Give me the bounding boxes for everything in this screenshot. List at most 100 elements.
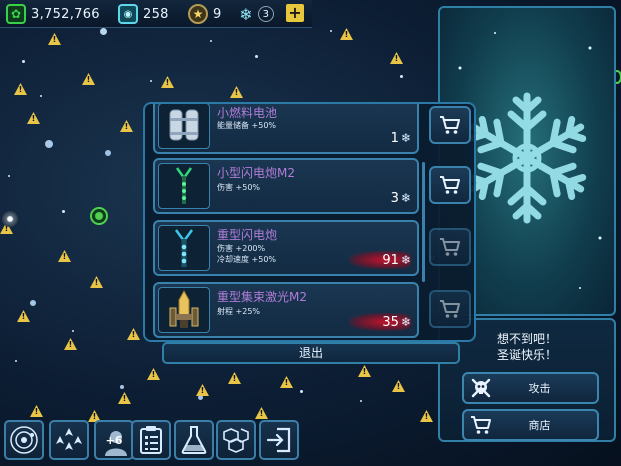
cart-icon [440,300,460,318]
inventory-button[interactable] [216,420,256,460]
promo-message-line2: 圣诞快乐！ [496,348,557,362]
crew-icon: ◉ [118,4,138,24]
hazard-icon[interactable] [230,86,243,98]
star-icon: ★ [188,4,208,24]
hazard-icon[interactable] [420,410,433,422]
hazard-icon[interactable] [228,372,241,384]
hazard-icon[interactable] [161,76,174,88]
attack-button[interactable]: 攻击 [462,372,599,404]
store-item[interactable]: 重型闪电炮 伤害 +200% 冷却速度 +50% 91 ❄ [153,220,419,276]
store-item[interactable]: 小燃料电池 能量储备 +50% 1 ❄ [153,104,419,154]
player-ship-icon[interactable] [90,207,108,225]
buy-button[interactable] [429,228,471,266]
buy-button[interactable] [429,106,471,144]
buy-button[interactable] [429,290,471,328]
hazard-icon[interactable] [118,392,131,404]
hazard-icon[interactable] [392,380,405,392]
flask-icon [181,426,207,454]
item-price: 1 ❄ [349,129,411,147]
hazard-icon[interactable] [17,310,30,322]
snowflake-icon: ❄ [400,253,411,267]
resource-bar: ✿ 3,752,766 ◉ 258 ★ 9 ❄ 3 + [0,0,312,28]
hazard-icon[interactable] [196,384,209,396]
hazard-icon[interactable] [14,83,27,95]
buy-button[interactable] [429,166,471,204]
exit-button[interactable]: 退出 [162,342,460,364]
hazard-icon[interactable] [64,338,77,350]
item-stat: 伤害 +50% [217,183,261,192]
skull-icon [468,375,494,401]
item-price-value: 35 [382,314,399,330]
heavy-lightning-cannon-icon [158,225,210,271]
fleet-button[interactable] [49,420,89,460]
attack-label: 攻击 [528,382,551,395]
snowflakes-value: 3 [258,6,274,22]
planet-icon[interactable] [2,211,18,227]
cart-icon [440,176,460,194]
cubes-icon [223,428,249,453]
store-dialog: 小燃料电池 能量储备 +50% 1❄ 小型闪电炮M2 伤害 +50% 3❄ [143,102,476,342]
hazard-icon[interactable] [390,52,403,64]
hazard-icon[interactable] [120,120,133,132]
stars-value: 9 [213,6,222,22]
hazard-icon[interactable] [127,328,140,340]
item-price-value: 91 [382,252,399,268]
snowflake-icon: ❄ [400,315,411,329]
exit-map-button[interactable] [259,420,299,460]
hazard-icon[interactable] [58,250,71,262]
item-stat: 能量储备 +50% [217,121,277,130]
item-name: 重型集束激光M2 [217,290,307,304]
hazard-icon[interactable] [30,405,43,417]
snowflake-icon: ❄ [239,4,253,24]
snowflakes-display: ❄ 3 [236,4,274,24]
cart-icon [440,116,460,134]
galaxy-map-button[interactable] [4,420,44,460]
scrollbar[interactable] [422,162,425,282]
item-price: 35 ❄ [349,313,411,331]
stars-display: ★ 9 [188,4,222,24]
hazard-icon[interactable] [27,112,40,124]
item-name: 重型闪电炮 [217,228,278,242]
item-name: 小燃料电池 [217,106,278,120]
item-price-value: 3 [390,190,399,206]
crew-badge: +6 [105,433,123,447]
hazard-icon[interactable] [340,28,353,40]
add-icon[interactable]: + [286,4,304,22]
hazard-icon[interactable] [280,376,293,388]
missions-button[interactable] [131,420,171,460]
hazard-icon[interactable] [358,365,371,377]
cart-icon [468,412,494,438]
credits-icon: ✿ [6,4,26,24]
hazard-icon[interactable] [48,33,61,45]
fleet-icon [56,428,82,450]
crew-button[interactable]: +6 [94,420,134,460]
item-price-value: 1 [390,130,399,146]
store-item[interactable]: 小型闪电炮M2 伤害 +50% 3 ❄ [153,158,419,214]
snowflake-icon: ❄ [400,191,411,205]
fuel-cell-icon [158,104,210,149]
shop-label: 商店 [528,419,551,432]
cart-icon [440,238,460,256]
item-stat: 伤害 +200% [217,244,266,253]
clipboard-icon [140,426,162,454]
item-stat: 冷却速度 +50% [217,255,277,264]
crew-display: ◉ 258 [118,4,169,24]
snowflake-icon: ❄ [400,131,411,145]
research-button[interactable] [174,420,214,460]
credits-value: 3,752,766 [31,6,100,22]
hazard-icon[interactable] [255,407,268,419]
exit-icon [266,427,291,453]
crew-value: 258 [143,6,169,22]
item-name: 小型闪电炮M2 [217,166,295,180]
galaxy-icon [10,426,38,454]
credits-display: ✿ 3,752,766 [6,4,100,24]
store-item[interactable]: 重型集束激光M2 射程 +25% 35 ❄ [153,282,419,338]
hazard-icon[interactable] [90,276,103,288]
shop-button[interactable]: 商店 [462,409,599,441]
item-price: 3 ❄ [349,189,411,207]
lightning-cannon-icon [158,163,210,209]
hazard-icon[interactable] [147,368,160,380]
heavy-beam-laser-icon [158,287,210,333]
item-price: 91 ❄ [349,251,411,269]
hazard-icon[interactable] [82,73,95,85]
